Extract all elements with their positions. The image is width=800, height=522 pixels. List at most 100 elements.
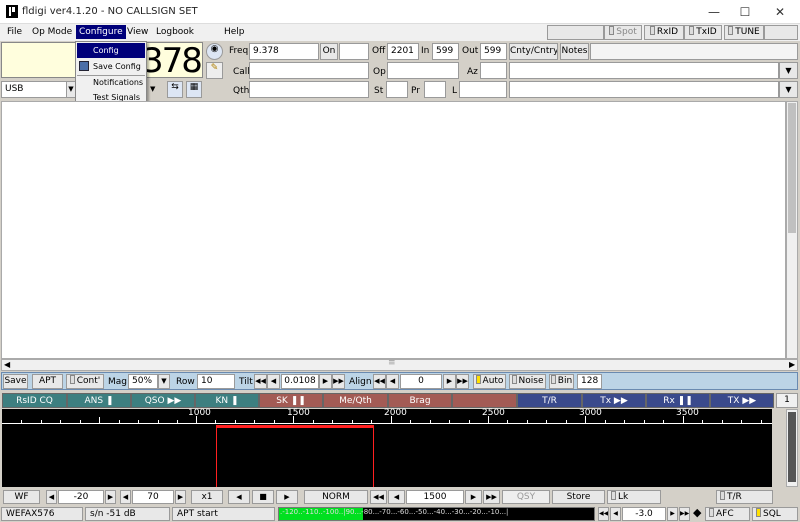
globe-icon[interactable]: ◉	[206, 43, 223, 60]
menu-configure[interactable]: Configure	[76, 25, 126, 39]
macro-2[interactable]: ANS ❚	[67, 393, 131, 408]
qsy-button[interactable]: QSY	[502, 490, 550, 504]
tilt-fast-up-icon[interactable]: ▶▶	[332, 374, 345, 389]
wefax-image-area[interactable]	[1, 101, 786, 359]
waterfall[interactable]	[2, 425, 772, 487]
macro-7[interactable]: Brag	[388, 393, 452, 408]
blank-toggle-2[interactable]	[764, 25, 798, 40]
country-dropdown-icon[interactable]: ▼	[779, 62, 798, 79]
bw-arrow-icon[interactable]: ▼	[150, 85, 155, 93]
align-fast-left-icon[interactable]: ◀◀	[373, 374, 386, 389]
log-icon[interactable]: ▦	[186, 81, 202, 98]
scroll-forward-icon[interactable]: ▶	[276, 490, 298, 504]
align-fast-right-icon[interactable]: ▶▶	[456, 374, 469, 389]
macro-10[interactable]: Tx ▶▶	[582, 393, 646, 408]
call-field[interactable]	[249, 62, 369, 79]
freq-down-icon[interactable]: ◀	[388, 490, 405, 504]
macro-4[interactable]: KN ❚	[195, 393, 259, 408]
scroll-right-icon[interactable]: ▶	[789, 360, 795, 369]
afc-toggle[interactable]: AFC	[705, 507, 750, 521]
freq-fast-down-icon[interactable]: ◀◀	[370, 490, 387, 504]
spot-toggle[interactable]: Spot	[604, 25, 642, 40]
macro-set-button[interactable]: 1	[776, 393, 798, 408]
tilt-fast-down-icon[interactable]: ◀◀	[254, 374, 267, 389]
align-value[interactable]: 0	[400, 374, 442, 389]
apt-button[interactable]: APT	[32, 374, 63, 389]
zoom-button[interactable]: x1	[191, 490, 223, 504]
menu-item-notifications[interactable]: Notifications	[77, 75, 145, 90]
freq-field[interactable]: 9.378	[249, 43, 319, 60]
on-button[interactable]: On	[320, 43, 338, 60]
menu-file[interactable]: File	[7, 27, 22, 37]
tune-toggle[interactable]: TUNE	[724, 25, 764, 40]
horizontal-scrollbar[interactable]: ◀ ≡ ▶	[1, 358, 798, 371]
stop-icon[interactable]: ■	[252, 490, 274, 504]
macro-6[interactable]: Me/Qth	[323, 393, 388, 408]
range-up-icon[interactable]: ▶	[175, 490, 186, 504]
tr-toggle[interactable]: T/R	[716, 490, 773, 504]
notes-button[interactable]: Notes	[560, 43, 589, 60]
menu-logbook[interactable]: Logbook	[156, 27, 194, 37]
rst-in-field[interactable]: 599	[432, 43, 459, 60]
ref-down-icon[interactable]: ◀	[46, 490, 57, 504]
scroll-back-icon[interactable]: ◀	[228, 490, 250, 504]
range-down-icon[interactable]: ◀	[120, 490, 131, 504]
macro-5[interactable]: SK ❚❚	[259, 393, 323, 408]
province-field[interactable]	[424, 81, 446, 98]
speed-button[interactable]: NORM	[304, 490, 368, 504]
waterfall-scroll-thumb[interactable]	[788, 412, 796, 482]
state-field[interactable]	[386, 81, 408, 98]
tilt-value[interactable]: 0.0108	[281, 374, 319, 389]
qrz-icon[interactable]: ⇆	[167, 81, 183, 98]
macro-1[interactable]: RsID CQ	[2, 393, 67, 408]
off-time-field[interactable]: 2201	[387, 43, 419, 60]
auto-toggle[interactable]: Auto	[473, 374, 506, 389]
splitter-grip-icon[interactable]: ≡	[388, 358, 396, 368]
blank-toggle[interactable]	[547, 25, 604, 40]
macro-8[interactable]	[452, 393, 517, 408]
scroll-left-icon[interactable]: ◀	[4, 360, 10, 369]
cnty-cntry-button[interactable]: Cnty/Cntry	[509, 43, 558, 60]
menu-item-config-dialog[interactable]: Config Dialog	[77, 43, 145, 70]
freq-up-icon[interactable]: ▶	[465, 490, 482, 504]
row-field[interactable]: 10	[197, 374, 235, 389]
wf-mode-button[interactable]: WF	[3, 490, 40, 504]
store-button[interactable]: Store	[552, 490, 605, 504]
macro-3[interactable]: QSO ▶▶	[131, 393, 195, 408]
maximize-button[interactable]: ☐	[727, 2, 763, 22]
audio-freq-field[interactable]: 1500	[406, 490, 464, 504]
macro-9[interactable]: T/R	[517, 393, 582, 408]
azimuth-field[interactable]	[480, 62, 507, 79]
scrollbar-thumb[interactable]	[788, 103, 796, 233]
qth-field[interactable]	[249, 81, 369, 98]
cont-toggle[interactable]: Cont'	[66, 374, 104, 389]
status-mode[interactable]: WEFAX576	[1, 507, 83, 521]
bin-threshold[interactable]: 128	[577, 374, 602, 389]
squelch-up-icon[interactable]: ▶	[667, 507, 678, 521]
sql-toggle[interactable]: SQL	[752, 507, 798, 521]
align-right-icon[interactable]: ▶	[443, 374, 456, 389]
county-dropdown-icon[interactable]: ▼	[779, 81, 798, 98]
rst-out-field[interactable]: 599	[480, 43, 507, 60]
tilt-up-icon[interactable]: ▶	[319, 374, 332, 389]
op-name-field[interactable]	[387, 62, 459, 79]
locator-field[interactable]	[459, 81, 507, 98]
align-left-icon[interactable]: ◀	[386, 374, 399, 389]
ref-up-icon[interactable]: ▶	[105, 490, 116, 504]
squelch-level[interactable]: -3.0	[622, 507, 666, 521]
lock-toggle[interactable]: Lk	[607, 490, 661, 504]
menu-help[interactable]: Help	[224, 27, 245, 37]
noise-toggle[interactable]: Noise	[509, 374, 546, 389]
save-button[interactable]: Save	[3, 374, 28, 389]
tilt-down-icon[interactable]: ◀	[267, 374, 280, 389]
menu-op-mode[interactable]: Op Mode	[32, 27, 72, 37]
waterfall-scrollbar[interactable]	[786, 409, 798, 487]
macro-11[interactable]: Rx ❚❚	[646, 393, 710, 408]
squelch-fast-up-icon[interactable]: ▶▶	[679, 507, 690, 521]
notes-area[interactable]	[590, 43, 798, 60]
range-field[interactable]: 70	[132, 490, 174, 504]
on-time-field[interactable]	[339, 43, 369, 60]
mag-select[interactable]: 50%	[128, 374, 158, 389]
mag-arrow-icon[interactable]: ▼	[158, 374, 170, 389]
broom-icon[interactable]: ✎	[206, 62, 223, 79]
